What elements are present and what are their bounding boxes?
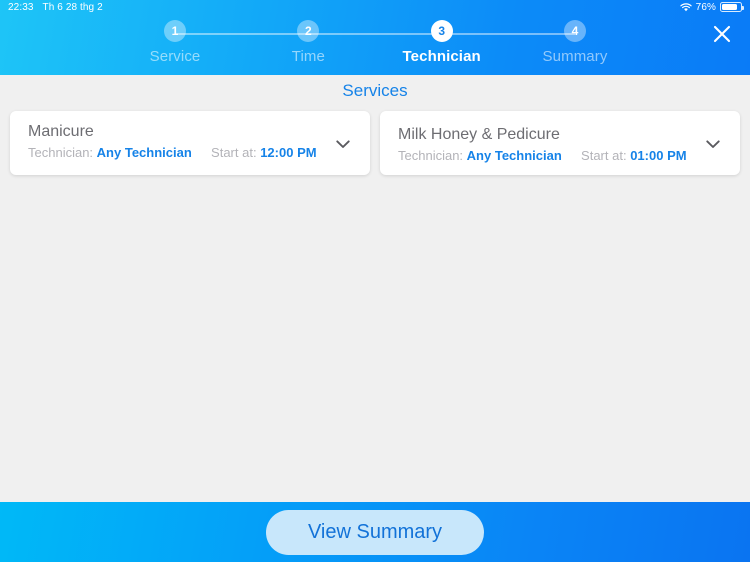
technician-label: Technician:	[28, 145, 94, 160]
service-meta: Technician: Any Technician Start at: 01:…	[398, 148, 700, 163]
view-summary-button[interactable]: View Summary	[265, 509, 485, 555]
status-bar-left: 22:33 Th 6 28 thg 2	[8, 2, 103, 13]
step-service-number: 1	[164, 20, 186, 42]
chevron-down-icon[interactable]	[336, 136, 350, 148]
step-time-label: Time	[291, 48, 325, 65]
footer-bar: View Summary	[0, 502, 750, 562]
technician-value: Any Technician	[96, 145, 192, 160]
battery-percent: 76%	[695, 1, 716, 13]
step-service[interactable]: 1 Service	[110, 20, 240, 65]
close-icon[interactable]	[708, 20, 736, 48]
chevron-down-icon[interactable]	[706, 136, 720, 148]
service-card-milk-honey-pedicure[interactable]: Milk Honey & Pedicure Technician: Any Te…	[380, 111, 740, 175]
start-at-value: 12:00 PM	[260, 145, 317, 160]
service-name: Manicure	[28, 123, 94, 140]
step-technician-number: 3	[430, 20, 453, 42]
status-bar: 22:33 Th 6 28 thg 2 76%	[0, 0, 750, 14]
status-date: Th 6 28 thg 2	[42, 1, 103, 13]
step-technician-label: Technician	[402, 48, 481, 65]
technician-label: Technician:	[398, 148, 464, 163]
step-summary[interactable]: 4 Summary	[510, 20, 640, 65]
service-meta: Technician: Any Technician Start at: 12:…	[28, 145, 330, 160]
app-header: 22:33 Th 6 28 thg 2 76% 1 Service 2 Time…	[0, 0, 750, 75]
step-technician[interactable]: 3 Technician	[377, 20, 507, 65]
wifi-icon	[679, 2, 692, 12]
step-time-number: 2	[297, 20, 320, 42]
stepper-steps: 1 Service 2 Time 3 Technician 4 Summary	[110, 20, 640, 65]
step-service-label: Service	[149, 48, 201, 65]
start-at-label: Start at:	[581, 148, 627, 163]
technician-value: Any Technician	[466, 148, 562, 163]
battery-icon	[720, 2, 744, 12]
main-content: Services Manicure Technician: Any Techni…	[0, 75, 750, 502]
step-time[interactable]: 2 Time	[243, 20, 373, 65]
service-card-list: Manicure Technician: Any Technician Star…	[0, 101, 750, 175]
progress-stepper: 1 Service 2 Time 3 Technician 4 Summary	[110, 20, 640, 68]
booking-screen: 22:33 Th 6 28 thg 2 76% 1 Service 2 Time…	[0, 0, 750, 562]
step-summary-label: Summary	[542, 48, 608, 65]
step-summary-number: 4	[563, 20, 586, 42]
start-at-label: Start at:	[211, 145, 257, 160]
service-card-manicure[interactable]: Manicure Technician: Any Technician Star…	[10, 111, 370, 175]
start-at-value: 01:00 PM	[630, 148, 687, 163]
page-title: Services	[342, 81, 408, 100]
status-time: 22:33	[8, 1, 34, 13]
service-name: Milk Honey & Pedicure	[398, 126, 560, 143]
status-bar-right: 76%	[679, 1, 744, 13]
